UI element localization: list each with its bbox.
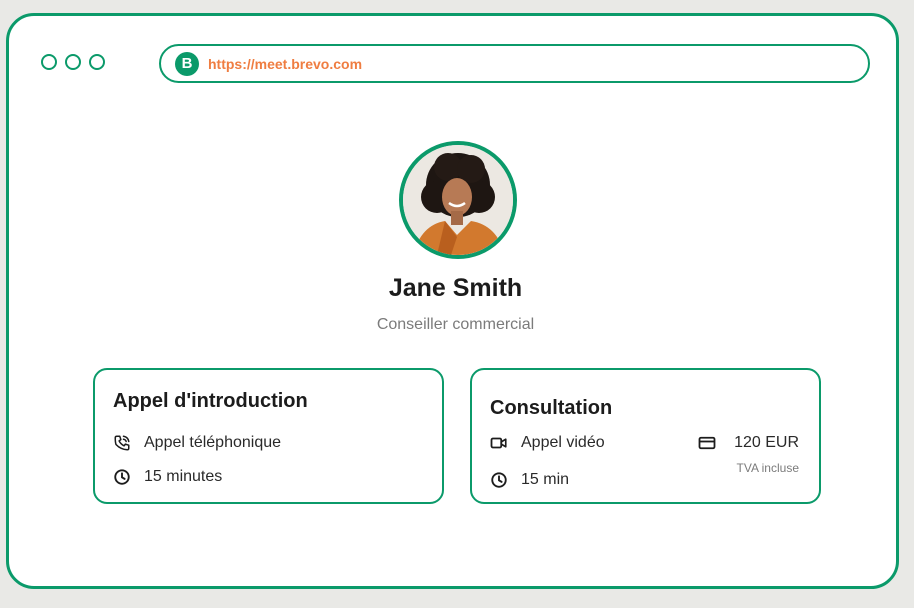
profile-role: Conseiller commercial <box>376 316 535 333</box>
call-type-row: Appel téléphonique <box>113 434 281 452</box>
window-control-dot[interactable] <box>65 54 81 70</box>
browser-window: B https://meet.brevo.com Jane Smith Cons… <box>6 13 899 589</box>
avatar <box>399 141 517 259</box>
address-bar[interactable]: B https://meet.brevo.com <box>159 44 870 83</box>
call-type-row: Appel vidéo <box>490 434 605 452</box>
clock-icon <box>113 468 131 486</box>
url-text: https://meet.brevo.com <box>208 55 363 72</box>
call-type-label: Appel vidéo <box>521 434 605 451</box>
credit-card-icon <box>698 434 716 452</box>
video-camera-icon <box>490 434 508 452</box>
call-type-label: Appel téléphonique <box>144 434 282 451</box>
card-title: Appel d'introduction <box>113 390 308 412</box>
meeting-card-consultation[interactable]: Consultation Appel vidéo 15 min 120 EUR … <box>470 368 821 504</box>
window-controls <box>41 54 105 70</box>
vat-label: TVA incluse <box>736 461 799 475</box>
clock-icon <box>490 471 508 489</box>
duration-row: 15 minutes <box>113 468 222 486</box>
profile-photo <box>403 145 513 255</box>
duration-label: 15 minutes <box>144 468 223 485</box>
duration-row: 15 min <box>490 471 569 489</box>
profile-name: Jane Smith <box>388 274 523 302</box>
card-title: Consultation <box>490 397 613 419</box>
window-control-dot[interactable] <box>41 54 57 70</box>
phone-icon <box>113 434 131 452</box>
duration-label: 15 min <box>521 471 570 488</box>
brevo-logo-icon: B <box>175 51 199 76</box>
meeting-card-introduction[interactable]: Appel d'introduction Appel téléphonique … <box>93 368 444 504</box>
price-label: 120 EUR <box>734 434 799 451</box>
price-row: 120 EUR <box>698 434 799 452</box>
window-control-dot[interactable] <box>89 54 105 70</box>
